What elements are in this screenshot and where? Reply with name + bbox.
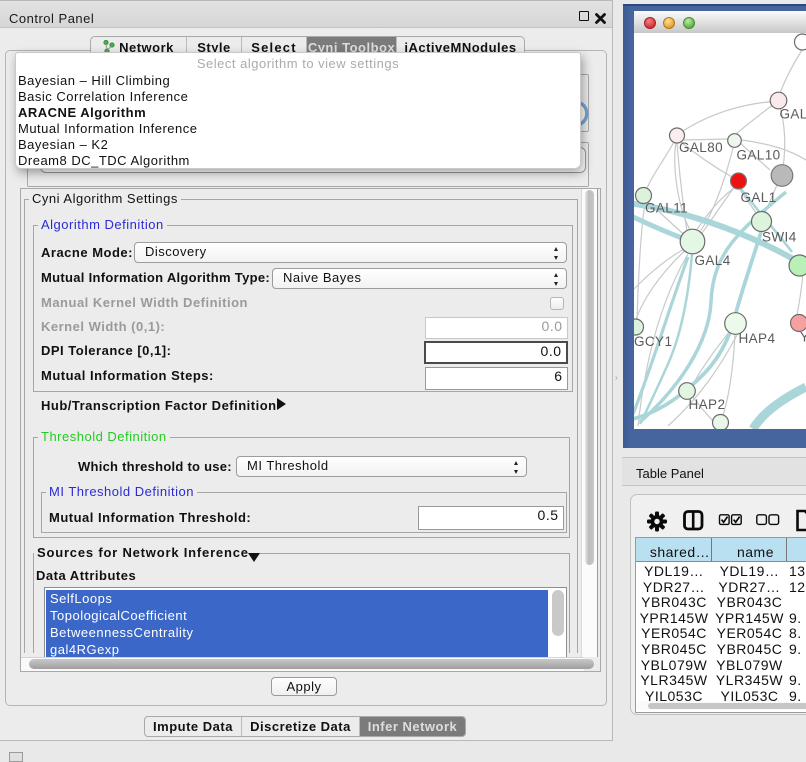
svg-text:GAL4: GAL4 — [695, 253, 731, 268]
svg-text:GAL10: GAL10 — [737, 148, 781, 163]
svg-text:GAL1: GAL1 — [741, 190, 777, 205]
svg-text:HAP2: HAP2 — [689, 397, 726, 412]
svg-text:GAL11: GAL11 — [645, 201, 688, 216]
svg-text:SWI4: SWI4 — [762, 230, 797, 245]
svg-text:GCY1: GCY1 — [634, 334, 672, 349]
svg-text:HAP4: HAP4 — [739, 331, 776, 346]
svg-text:Y: Y — [800, 330, 806, 345]
svg-text:GAL: GAL — [780, 107, 806, 122]
svg-text:GAL80: GAL80 — [679, 140, 723, 155]
